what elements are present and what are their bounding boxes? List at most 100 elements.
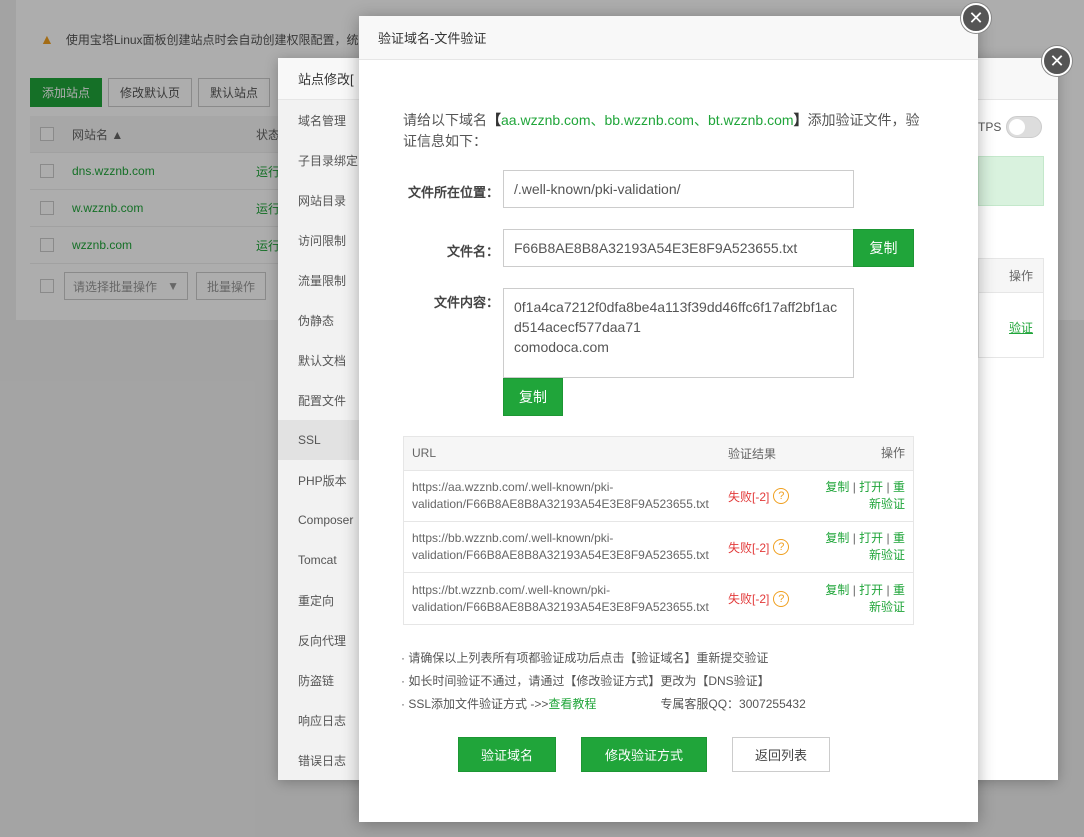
op-separator: | (883, 531, 893, 545)
verification-result: 失败[-2] ? (728, 539, 814, 556)
https-label: TPS (978, 120, 1002, 134)
fail-status: 失败[-2] (728, 489, 770, 504)
note-line: · 如长时间验证不通过，请通过【修改验证方式】更改为【DNS验证】 (401, 674, 770, 688)
url-line: validation/F66B8AE8B8A32193A54E3E8F9A523… (412, 599, 709, 614)
menu-item-config-file[interactable]: 配置文件 (278, 380, 360, 420)
row-operations: 复制 | 打开 | 重 新验证 (814, 530, 913, 564)
table-row: https://bb.wzznb.com/.well-known/pki- va… (404, 522, 913, 573)
note-line: · SSL添加文件验证方式 ->> 查看教程 专属客服QQ：3007255432 (401, 692, 806, 715)
verify-link[interactable]: 验证 (1009, 319, 1033, 336)
op-separator: | (849, 582, 860, 597)
copy-url-link[interactable]: 复制 (825, 480, 849, 494)
reverify-link[interactable]: 新验证 (814, 547, 905, 564)
verification-url: https://bb.wzznb.com/.well-known/pki- va… (404, 530, 728, 564)
url-line: https://bt.wzznb.com/.well-known/pki- (412, 582, 611, 597)
file-content-field[interactable]: 0f1a4ca7212f0dfa8be4a113f39dd46ffc6f17af… (503, 288, 854, 378)
file-location-field[interactable]: /.well-known/pki-validation/ (503, 170, 854, 208)
menu-item-site-directory[interactable]: 网站目录 (278, 180, 360, 220)
url-line: validation/F66B8AE8B8A32193A54E3E8F9A523… (412, 548, 709, 562)
help-icon[interactable]: ? (773, 590, 790, 607)
reverify-link[interactable]: 重 (893, 583, 905, 597)
verify-domain-button[interactable]: 验证域名 (458, 737, 556, 772)
table-row: https://bt.wzznb.com/.well-known/pki- va… (404, 573, 913, 624)
support-qq: 专属客服QQ：3007255432 (660, 697, 806, 711)
close-icon: ✕ (968, 7, 984, 28)
help-icon[interactable]: ? (773, 488, 790, 504)
verification-url-table: URL 验证结果 操作 https://aa.wzznb.com/.well-k… (403, 436, 914, 625)
menu-item-composer[interactable]: Composer (278, 500, 360, 540)
tutorial-prefix: · SSL添加文件验证方式 ->> (401, 697, 549, 711)
bracket-open: 【 (487, 112, 501, 128)
verification-intro: 请给以下域名【aa.wzznb.com、bb.wzznb.com、bt.wzzn… (403, 110, 923, 152)
url-line: validation/F66B8AE8B8A32193A54E3E8F9A523… (412, 497, 709, 511)
help-icon[interactable]: ? (773, 539, 790, 555)
close-verify-modal-button[interactable]: ✕ (961, 3, 991, 33)
reverify-link[interactable]: 新验证 (814, 496, 905, 513)
back-to-list-button[interactable]: 返回列表 (732, 737, 830, 772)
op-separator: | (883, 582, 893, 597)
op-separator: | (883, 480, 893, 494)
open-url-link[interactable]: 打开 (859, 583, 883, 597)
menu-item-reverse-proxy[interactable]: 反向代理 (278, 620, 360, 660)
toggle-knob (1009, 119, 1025, 135)
table-row: https://aa.wzznb.com/.well-known/pki- va… (404, 471, 913, 522)
url-table-header: URL 验证结果 操作 (404, 437, 913, 471)
fail-status: 失败[-2] (728, 592, 770, 606)
reverify-link[interactable]: 重 (893, 531, 905, 545)
copy-content-button[interactable]: 复制 (503, 378, 563, 416)
copy-url-link[interactable]: 复制 (825, 531, 849, 545)
file-verification-modal: 验证域名-文件验证 请给以下域名【aa.wzznb.com、bb.wzznb.c… (359, 16, 978, 822)
close-site-modal-button[interactable]: ✕ (1042, 46, 1072, 76)
row-operations: 复制 | 打开 | 重 新验证 (814, 582, 913, 616)
bracket-close: 】 (793, 112, 808, 128)
menu-item-redirect[interactable]: 重定向 (278, 580, 360, 620)
menu-item-ssl[interactable]: SSL (278, 420, 360, 460)
menu-item-access-log[interactable]: 响应日志 (278, 700, 360, 740)
result-header: 验证结果 (728, 447, 777, 461)
close-icon: ✕ (1049, 50, 1065, 71)
menu-item-domain[interactable]: 域名管理 (278, 100, 360, 140)
domain-list: aa.wzznb.com、bb.wzznb.com、bt.wzznb.com (501, 112, 794, 128)
ops-column: 操作 验证 (978, 258, 1044, 358)
verify-modal-title: 验证域名-文件验证 (359, 16, 978, 60)
menu-item-error-log[interactable]: 错误日志 (278, 740, 360, 780)
note-line: · 请确保以上列表所有项都验证成功后点击【验证域名】重新提交验证 (401, 651, 769, 665)
open-url-link[interactable]: 打开 (859, 480, 883, 494)
menu-item-traffic-limit[interactable]: 流量限制 (278, 260, 360, 300)
ssl-status-box (978, 156, 1044, 206)
menu-item-access-limit[interactable]: 访问限制 (278, 220, 360, 260)
verification-url: https://bt.wzznb.com/.well-known/pki- va… (404, 582, 728, 616)
ops-header: 操作 (979, 259, 1043, 293)
verification-result: 失败[-2] ? (728, 488, 814, 505)
file-location-label: 文件所在位置： (407, 185, 499, 200)
reverify-link[interactable]: 新验证 (814, 599, 905, 616)
file-content-label: 文件内容： (433, 295, 499, 310)
menu-item-rewrite[interactable]: 伪静态 (278, 300, 360, 340)
change-verification-method-button[interactable]: 修改验证方式 (581, 737, 707, 772)
tutorial-link[interactable]: 查看教程 (548, 695, 596, 712)
ssl-panel-edge: TPS 操作 验证 (978, 58, 1058, 780)
site-settings-menu: 域名管理 子目录绑定 网站目录 访问限制 流量限制 伪静态 默认文档 配置文件 … (278, 100, 360, 780)
reverify-link[interactable]: 重 (893, 480, 905, 494)
copy-url-link[interactable]: 复制 (825, 583, 849, 597)
menu-item-default-doc[interactable]: 默认文档 (278, 340, 360, 380)
url-line: https://aa.wzznb.com/.well-known/pki- (412, 480, 614, 494)
verification-result: 失败[-2] ? (728, 590, 814, 607)
op-separator: | (849, 531, 860, 545)
verification-url: https://aa.wzznb.com/.well-known/pki- va… (404, 479, 728, 513)
op-header: 操作 (880, 446, 905, 460)
menu-item-subdirectory[interactable]: 子目录绑定 (278, 140, 360, 180)
url-line: https://bb.wzznb.com/.well-known/pki- (412, 531, 614, 545)
open-url-link[interactable]: 打开 (859, 531, 883, 545)
copy-filename-button[interactable]: 复制 (853, 229, 914, 267)
force-https-toggle[interactable] (1006, 116, 1042, 138)
menu-item-tomcat[interactable]: Tomcat (278, 540, 360, 580)
file-name-label: 文件名： (446, 244, 499, 259)
fail-status: 失败[-2] (728, 540, 770, 555)
menu-item-php-version[interactable]: PHP版本 (278, 460, 360, 500)
url-header: URL (412, 446, 437, 460)
menu-item-hotlink[interactable]: 防盗链 (278, 660, 360, 700)
verification-notes: · 请确保以上列表所有项都验证成功后点击【验证域名】重新提交验证 · 如长时间验… (401, 646, 806, 715)
file-name-field[interactable]: F66B8AE8B8A32193A54E3E8F9A523655.txt (503, 229, 854, 267)
row-operations: 复制 | 打开 | 重 新验证 (814, 479, 913, 513)
